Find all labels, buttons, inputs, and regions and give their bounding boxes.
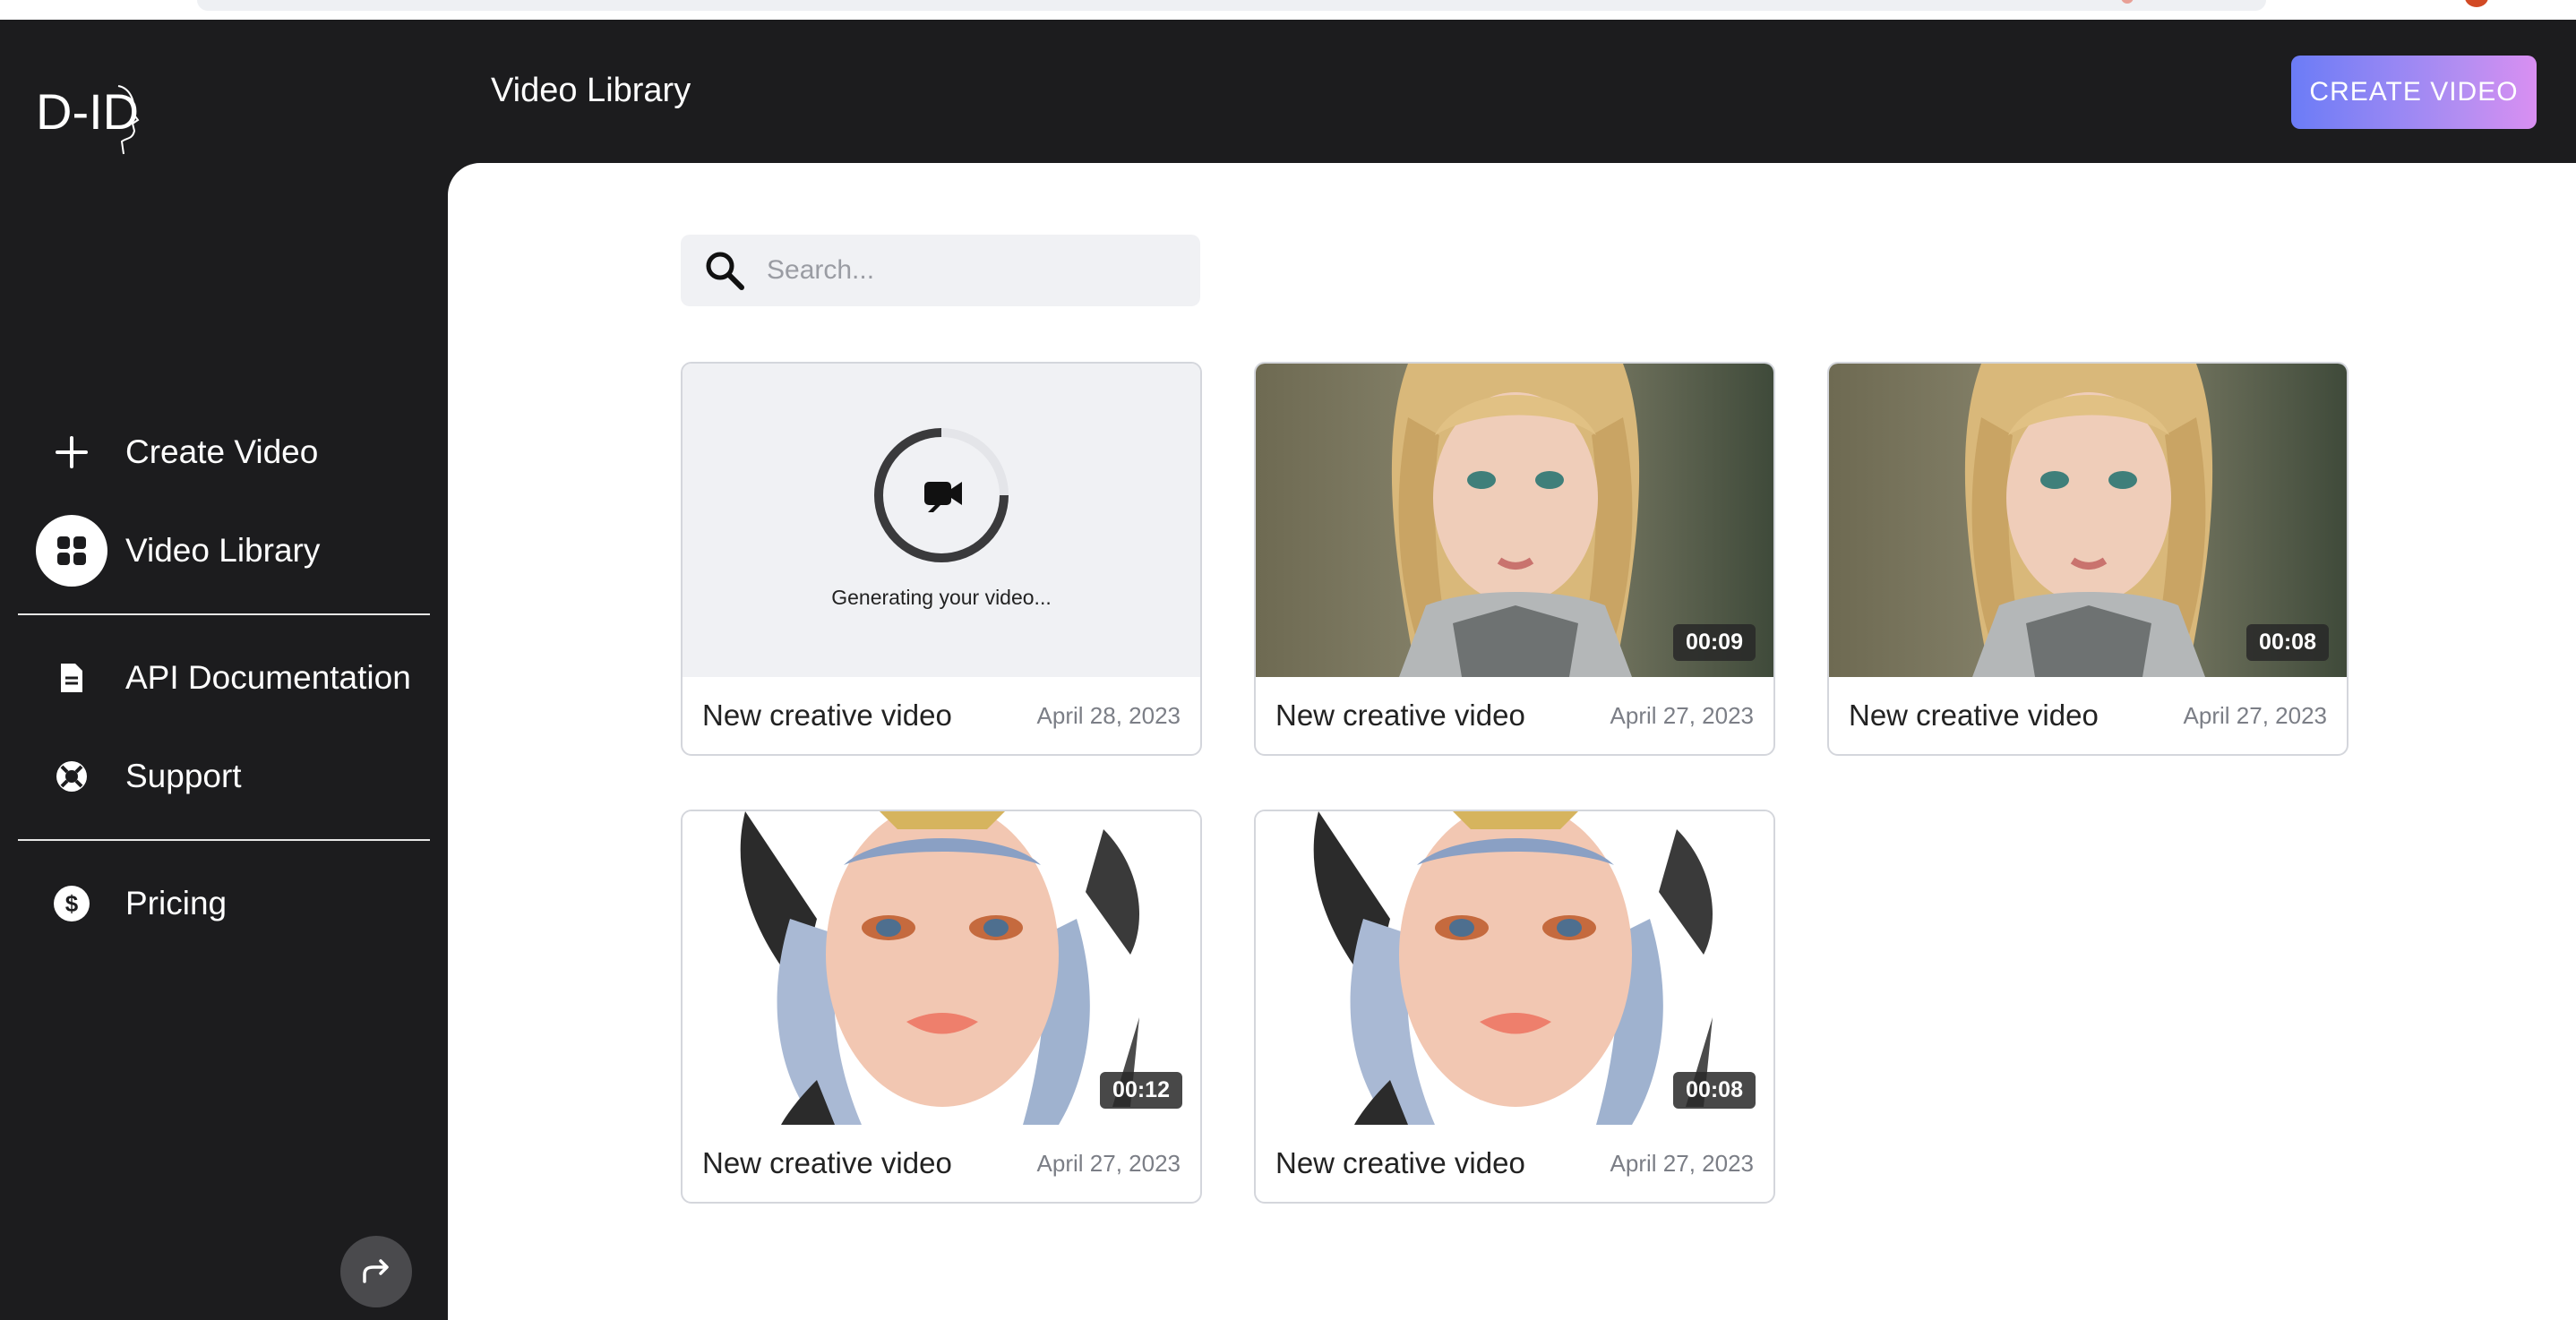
dollar-icon: $ bbox=[36, 868, 107, 939]
generating-status: Generating your video... bbox=[831, 586, 1052, 609]
page-title: Video Library bbox=[491, 72, 691, 109]
video-title: New creative video bbox=[1275, 699, 1525, 732]
browser-address-bar bbox=[197, 0, 2266, 11]
video-title: New creative video bbox=[702, 1146, 952, 1179]
main-content: Generating your video... New creative vi… bbox=[448, 163, 2576, 1320]
video-duration-badge: 00:12 bbox=[1100, 1072, 1182, 1109]
video-card[interactable]: Generating your video... New creative vi… bbox=[681, 362, 1202, 756]
sidebar: D-ID Create Video Video Library API Docu… bbox=[0, 20, 448, 1320]
video-card[interactable]: 00:08 New creative video April 27, 2023 bbox=[1827, 362, 2348, 756]
video-title: New creative video bbox=[702, 699, 952, 732]
video-date: April 27, 2023 bbox=[1036, 1149, 1181, 1177]
grid-icon bbox=[36, 515, 107, 587]
browser-top-strip bbox=[0, 0, 2576, 20]
loading-spinner-icon bbox=[874, 428, 1009, 562]
sidebar-divider bbox=[18, 613, 430, 615]
video-card-footer: New creative video April 27, 2023 bbox=[1829, 677, 2347, 754]
sidebar-item-label: API Documentation bbox=[125, 659, 411, 696]
video-thumbnail: 00:09 bbox=[1256, 364, 1773, 677]
video-duration-badge: 00:08 bbox=[2246, 624, 2329, 661]
video-date: April 27, 2023 bbox=[1610, 701, 1754, 729]
video-card[interactable]: 00:12 New creative video April 27, 2023 bbox=[681, 810, 1202, 1204]
search-input[interactable] bbox=[765, 254, 1181, 287]
svg-text:D-ID: D-ID bbox=[36, 83, 139, 140]
video-title: New creative video bbox=[1275, 1146, 1525, 1179]
sidebar-item-label: Pricing bbox=[125, 885, 228, 921]
sidebar-item-api-documentation[interactable]: API Documentation bbox=[36, 642, 411, 714]
video-thumbnail-generating: Generating your video... bbox=[683, 364, 1200, 677]
sidebar-divider bbox=[18, 839, 430, 841]
lifebuoy-icon bbox=[36, 741, 107, 812]
video-thumbnail: 00:08 bbox=[1829, 364, 2347, 677]
video-card-footer: New creative video April 27, 2023 bbox=[1256, 1125, 1773, 1202]
sidebar-item-label: Support bbox=[125, 758, 242, 794]
video-thumbnail: 00:08 bbox=[1256, 811, 1773, 1125]
collapse-sidebar-button[interactable] bbox=[340, 1236, 412, 1307]
sidebar-item-pricing[interactable]: $ Pricing bbox=[36, 868, 227, 939]
video-card-footer: New creative video April 28, 2023 bbox=[683, 677, 1200, 754]
video-card-footer: New creative video April 27, 2023 bbox=[683, 1125, 1200, 1202]
sidebar-item-create-video[interactable]: Create Video bbox=[36, 416, 318, 488]
search-icon bbox=[702, 248, 747, 293]
did-logo[interactable]: D-ID bbox=[36, 64, 143, 163]
video-date: April 27, 2023 bbox=[1610, 1149, 1754, 1177]
video-duration-badge: 00:09 bbox=[1673, 624, 1756, 661]
sidebar-item-video-library[interactable]: Video Library bbox=[36, 515, 320, 587]
plus-icon bbox=[36, 416, 107, 488]
video-thumbnail: 00:12 bbox=[683, 811, 1200, 1125]
video-camera-icon bbox=[924, 482, 962, 512]
sidebar-item-label: Create Video bbox=[125, 433, 319, 470]
svg-text:$: $ bbox=[65, 890, 79, 917]
search-bar[interactable] bbox=[681, 235, 1200, 306]
video-date: April 27, 2023 bbox=[2183, 701, 2327, 729]
video-card[interactable]: 00:08 New creative video April 27, 2023 bbox=[1254, 810, 1775, 1204]
video-card[interactable]: 00:09 New creative video April 27, 2023 bbox=[1254, 362, 1775, 756]
share-arrow-icon bbox=[363, 1259, 389, 1283]
video-date: April 28, 2023 bbox=[1036, 701, 1181, 729]
video-duration-badge: 00:08 bbox=[1673, 1072, 1756, 1109]
video-card-footer: New creative video April 27, 2023 bbox=[1256, 677, 1773, 754]
create-video-button[interactable]: CREATE VIDEO bbox=[2291, 56, 2537, 129]
sidebar-item-support[interactable]: Support bbox=[36, 741, 242, 812]
sidebar-item-label: Video Library bbox=[125, 532, 321, 569]
video-title: New creative video bbox=[1849, 699, 2099, 732]
document-icon bbox=[36, 642, 107, 714]
browser-profile-icon bbox=[2465, 0, 2488, 7]
